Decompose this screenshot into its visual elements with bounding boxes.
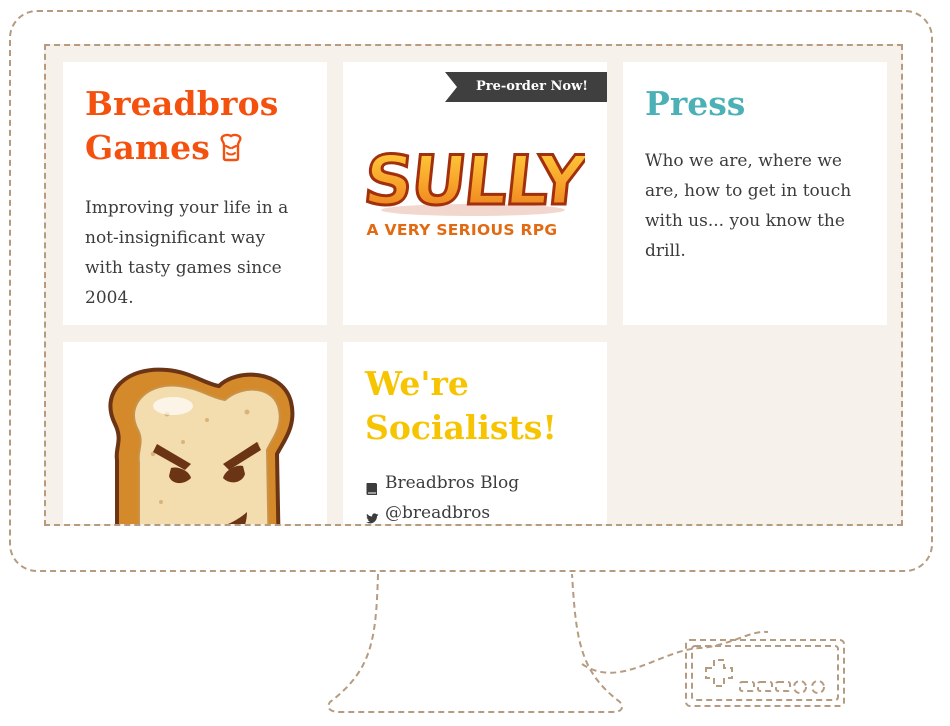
twitter-icon xyxy=(365,506,379,524)
sully-logo-subtitle: A VERY SERIOUS RPG xyxy=(367,221,558,239)
social-link-twitter[interactable]: @breadbros xyxy=(365,498,587,524)
social-title: We're Socialists! xyxy=(365,362,587,450)
press-description: Who we are, where we are, how to get in … xyxy=(645,151,852,261)
press-title: Press xyxy=(645,84,746,123)
social-title-line2: Socialists! xyxy=(365,408,557,447)
about-description: Improving your life in a not-insignifica… xyxy=(85,198,289,308)
page: Breadbros Games Improving your life in a… xyxy=(0,0,950,726)
social-title-line1: We're xyxy=(365,364,469,403)
about-tile[interactable]: Breadbros Games Improving your life in a… xyxy=(63,62,327,325)
brand-title-line1: Breadbros xyxy=(85,84,279,123)
social-links: Breadbros Blog @breadbros xyxy=(365,468,587,524)
sully-logo-title: SULLY xyxy=(361,142,585,221)
social-tile: We're Socialists! Breadbros Blog @breadb… xyxy=(343,342,607,524)
social-link-blog[interactable]: Breadbros Blog xyxy=(365,468,587,498)
toast-mascot-tile xyxy=(63,342,327,524)
sully-tile[interactable]: Pre-order Now! SULLY A VERY SERIOUS RPG xyxy=(343,62,607,325)
book-icon xyxy=(365,476,379,495)
brand-title-line2: Games xyxy=(85,128,211,167)
press-tile[interactable]: Press Who we are, where we are, how to g… xyxy=(623,62,887,325)
toast-mascot-image xyxy=(108,367,295,524)
social-link-twitter-label: @breadbros xyxy=(385,503,491,523)
screen: Breadbros Games Improving your life in a… xyxy=(44,44,903,526)
preorder-ribbon[interactable]: Pre-order Now! xyxy=(445,72,607,102)
brand-title: Breadbros Games xyxy=(85,82,307,173)
sully-logo: SULLY A VERY SERIOUS RPG xyxy=(361,141,585,239)
social-link-blog-label: Breadbros Blog xyxy=(385,473,520,493)
angry-toast-icon xyxy=(216,129,246,173)
